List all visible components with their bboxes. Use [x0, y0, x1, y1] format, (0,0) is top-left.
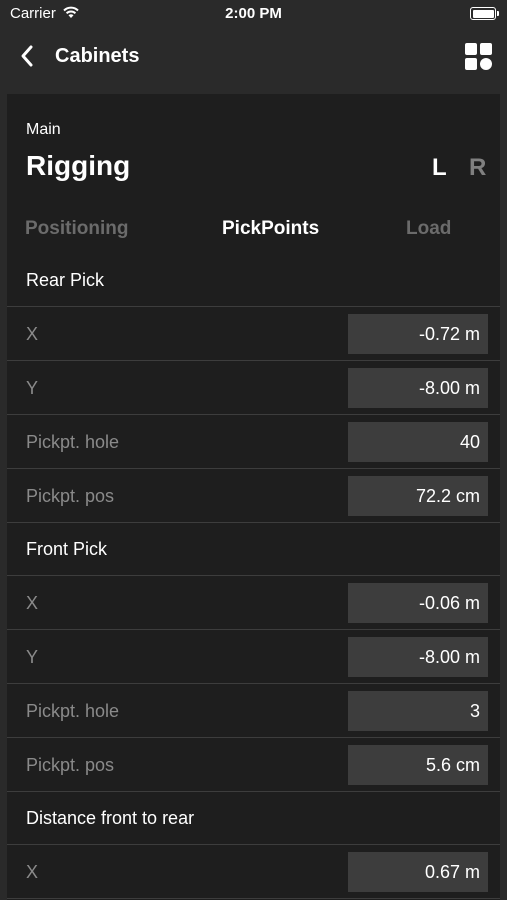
section-title: Distance front to rear [26, 808, 195, 828]
chevron-left-icon[interactable] [18, 43, 38, 69]
status-time: 2:00 PM [225, 5, 282, 22]
distance-x-row: X 0.67 m [7, 845, 500, 899]
rear-pick-hole-row: Pickpt. hole 40 [7, 415, 500, 469]
rear-pick-y-row: Y -8.00 m [7, 361, 500, 415]
section-header-front-pick: Front Pick [7, 523, 500, 576]
rear-pick-hole-field[interactable]: 40 [348, 422, 488, 462]
section-title: Front Pick [26, 539, 108, 559]
front-pick-hole-field[interactable]: 3 [348, 691, 488, 731]
front-pick-x-row: X -0.06 m [7, 576, 500, 630]
tab-bar: Positioning PickPoints Load [7, 218, 500, 244]
rigging-panel: Main Rigging L R Positioning PickPoints … [7, 94, 500, 900]
front-pick-pos-row: Pickpt. pos 5.6 cm [7, 738, 500, 792]
front-pick-y-row: Y -8.00 m [7, 630, 500, 684]
status-bar: Carrier 2:00 PM [0, 0, 507, 28]
front-pick-hole-row: Pickpt. hole 3 [7, 684, 500, 738]
page-title: Rigging [26, 150, 131, 181]
row-label: X [26, 862, 39, 882]
section-header-rear-pick: Rear Pick [7, 254, 500, 307]
row-label: Pickpt. pos [26, 755, 115, 775]
section-header-distance: Distance front to rear [7, 792, 500, 845]
front-pick-y-field[interactable]: -8.00 m [348, 637, 488, 677]
row-label: Pickpt. hole [26, 432, 120, 452]
row-label: Pickpt. pos [26, 486, 115, 506]
section-title: Rear Pick [26, 270, 105, 290]
navigation-bar: Cabinets [0, 28, 507, 88]
rear-pick-pos-row: Pickpt. pos 72.2 cm [7, 469, 500, 523]
front-pick-x-field[interactable]: -0.06 m [348, 583, 488, 623]
side-right-toggle[interactable]: R [469, 154, 486, 182]
rear-pick-pos-field[interactable]: 72.2 cm [348, 476, 488, 516]
row-label: X [26, 324, 39, 344]
nav-title: Cabinets [55, 45, 140, 67]
tab-positioning[interactable]: Positioning [25, 218, 128, 240]
pickpoints-list: Rear Pick X -0.72 m Y -8.00 m Pickpt. ho… [7, 254, 500, 899]
panel-subtitle: Main [26, 121, 61, 138]
grid-icon[interactable] [465, 43, 493, 71]
row-label: Y [26, 647, 39, 667]
distance-x-field[interactable]: 0.67 m [348, 852, 488, 892]
battery-icon [470, 7, 499, 20]
row-label: Y [26, 378, 39, 398]
row-label: Pickpt. hole [26, 701, 120, 721]
front-pick-pos-field[interactable]: 5.6 cm [348, 745, 488, 785]
rear-pick-x-row: X -0.72 m [7, 307, 500, 361]
tab-pickpoints[interactable]: PickPoints [222, 218, 319, 240]
row-label: X [26, 593, 39, 613]
side-left-toggle[interactable]: L [432, 154, 447, 182]
rear-pick-y-field[interactable]: -8.00 m [348, 368, 488, 408]
rear-pick-x-field[interactable]: -0.72 m [348, 314, 488, 354]
tab-load[interactable]: Load [406, 218, 451, 240]
